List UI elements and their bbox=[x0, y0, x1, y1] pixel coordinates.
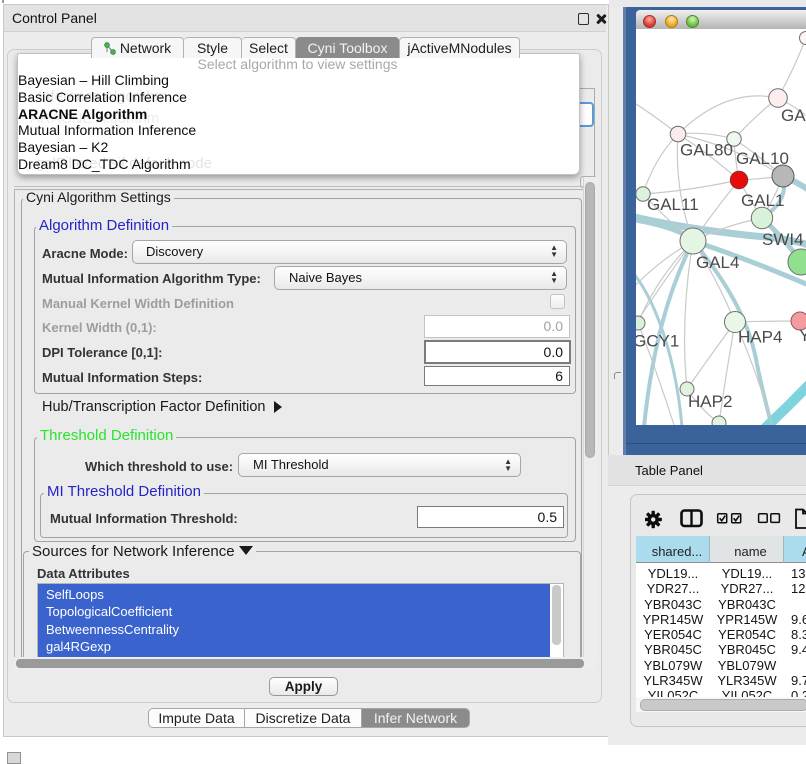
svg-text:SWI4: SWI4 bbox=[762, 230, 804, 249]
svg-text:GAL80: GAL80 bbox=[680, 141, 733, 160]
svg-text:GAL11: GAL11 bbox=[647, 195, 699, 214]
svg-text:GCY1: GCY1 bbox=[636, 332, 679, 351]
svg-text:GAL7: GAL7 bbox=[781, 106, 806, 125]
svg-text:GAL1: GAL1 bbox=[741, 191, 784, 210]
svg-text:GAL4: GAL4 bbox=[696, 253, 739, 272]
svg-text:HAP2: HAP2 bbox=[688, 392, 732, 411]
svg-text:GAL10: GAL10 bbox=[736, 149, 789, 168]
svg-text:HAP4: HAP4 bbox=[738, 328, 782, 347]
svg-text:YG: YG bbox=[799, 326, 806, 345]
